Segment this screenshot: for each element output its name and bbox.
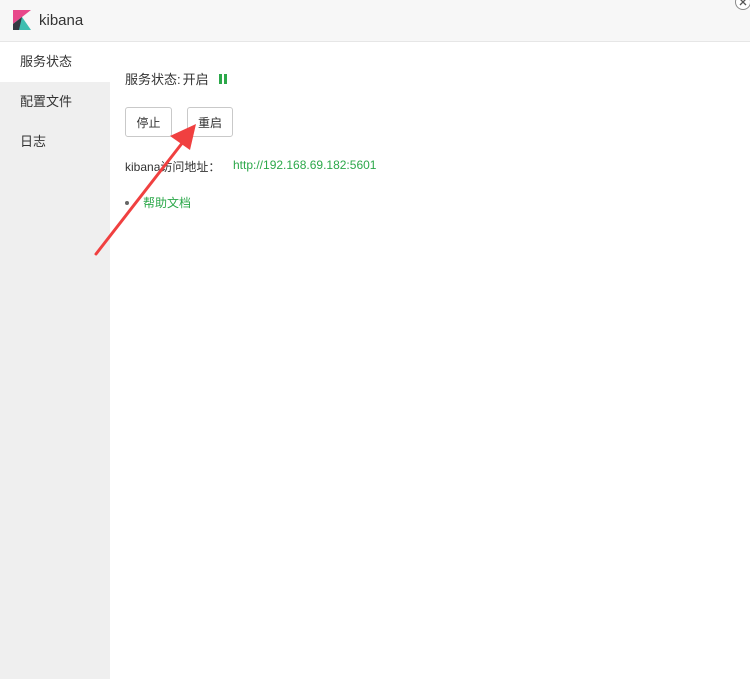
help-docs-link[interactable]: 帮助文档: [143, 194, 191, 211]
close-button[interactable]: [735, 0, 750, 10]
title-bar: kibana: [0, 0, 750, 42]
access-url-label: kibana访问地址：: [125, 160, 221, 174]
sidebar-item-config-file[interactable]: 配置文件: [0, 82, 110, 122]
access-url-link[interactable]: http://192.168.69.182:5601: [233, 158, 376, 175]
service-status-line: 服务状态: 开启: [125, 69, 227, 88]
close-icon: [739, 0, 747, 6]
status-value: 开启: [182, 72, 209, 87]
help-list: 帮助文档: [125, 194, 191, 211]
sidebar-item-log[interactable]: 日志: [0, 122, 110, 162]
sidebar-item-label: 服务状态: [20, 54, 73, 69]
status-label: 服务状态:: [125, 72, 181, 87]
kibana-logo-icon: [13, 10, 31, 30]
restart-button[interactable]: 重启: [187, 107, 233, 137]
sidebar: 服务状态 配置文件 日志: [0, 42, 110, 679]
list-item: 帮助文档: [125, 194, 191, 211]
app-title: kibana: [39, 12, 84, 29]
access-url-line: kibana访问地址： http://192.168.69.182:5601: [125, 158, 376, 175]
stop-button[interactable]: 停止: [125, 107, 172, 137]
app-window: kibana 服务状态 配置文件 日志 服务状态: 开启 停止 重启 kiban…: [0, 0, 750, 679]
pause-icon: [218, 73, 227, 84]
sidebar-item-label: 配置文件: [20, 94, 73, 109]
main-panel: 服务状态: 开启 停止 重启 kibana访问地址： http://192.16…: [110, 42, 750, 679]
bullet-icon: [125, 200, 129, 205]
sidebar-item-label: 日志: [20, 134, 47, 149]
sidebar-item-service-status[interactable]: 服务状态: [0, 42, 110, 82]
